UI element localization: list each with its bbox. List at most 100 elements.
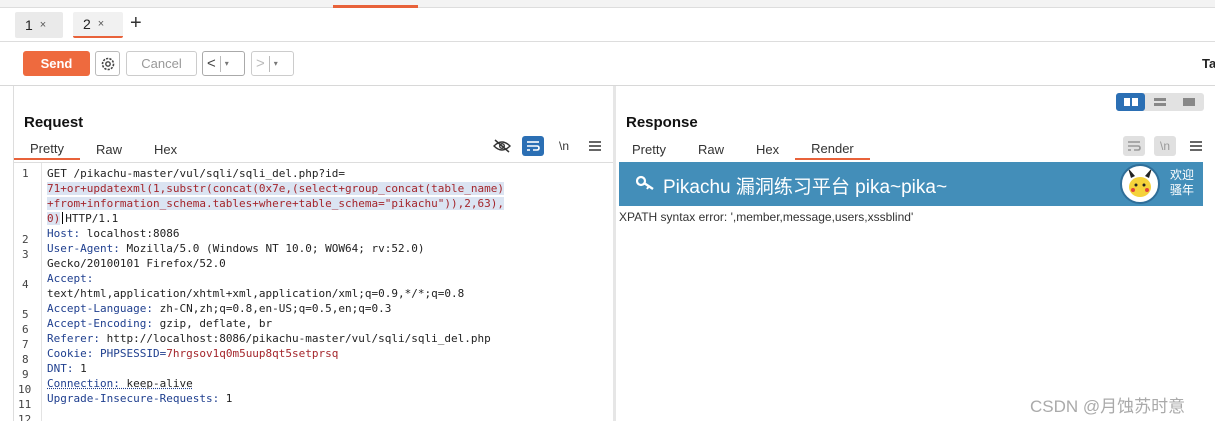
repeater-tab-2[interactable]: 2 × [73, 12, 123, 38]
avatar [1120, 164, 1160, 204]
tab-pretty[interactable]: Pretty [616, 138, 682, 160]
header-value: http://localhost:8086/pikachu-master/vul… [99, 332, 491, 345]
cancel-button[interactable]: Cancel [126, 51, 197, 76]
close-icon[interactable]: × [98, 18, 104, 30]
repeater-tabs: 1 × 2 × + [0, 8, 1215, 42]
page-banner: Pikachu 漏洞练习平台 pika~pika~ 欢迎 骚年 [619, 162, 1203, 206]
request-line: GET /pikachu-master/vul/sqli/sqli_del.ph… [47, 167, 346, 180]
header-line: Host: localhost:8086 [47, 227, 179, 240]
layout-stacked-icon[interactable] [1145, 93, 1174, 111]
tab-raw[interactable]: Raw [80, 138, 138, 160]
gear-icon [101, 57, 114, 70]
header-line: Accept: [47, 272, 93, 285]
response-view-tabs: Pretty Raw Hex Render [616, 138, 870, 160]
back-button[interactable]: < ▾ [202, 51, 245, 76]
layout-side-by-side-icon[interactable] [1116, 93, 1146, 111]
response-pane: Response Pretty Raw Hex Render \n Pikach… [616, 86, 1215, 421]
menu-icon[interactable] [1185, 136, 1207, 156]
header-name: Cookie: [47, 347, 94, 360]
line-number: 9 [22, 368, 29, 381]
line-number: 2 [22, 233, 29, 246]
burp-repeater-window: 1 × 2 × + Send Cancel < ▾ > ▾ Ta Request… [0, 0, 1215, 421]
response-title: Response [626, 114, 698, 131]
header-value: zh-CN,zh;q=0.8,en-US;q=0.5,en;q=0.3 [152, 302, 392, 315]
newline-toggle[interactable]: \n [1154, 136, 1176, 156]
wrap-lines-icon[interactable] [1123, 136, 1145, 156]
header-line: Connection: keep-alive [47, 377, 193, 390]
cookie-value: 7hrgsov1q0m5uup8qt5setprsq [166, 347, 339, 360]
request-pane: Request Pretty Raw Hex \n 1 2 3 4 5 6 7 … [13, 86, 614, 421]
request-editor[interactable]: 1 2 3 4 5 6 7 8 9 10 11 12 GET /pikachu-… [14, 162, 614, 421]
tab-label: 2 [83, 16, 91, 32]
payload-end: 0) [47, 212, 61, 225]
header-value: localhost:8086 [80, 227, 180, 240]
tab-label: 1 [25, 17, 33, 33]
header-name: Accept-Language: [47, 302, 153, 315]
line-number: 5 [22, 308, 29, 321]
newline-toggle[interactable]: \n [553, 136, 575, 156]
hide-icon[interactable] [491, 136, 513, 156]
tab-hex[interactable]: Hex [138, 138, 193, 160]
request-view-tabs: Pretty Raw Hex [14, 138, 193, 160]
line-number: 1 [22, 167, 29, 180]
line-number: 3 [22, 248, 29, 261]
watermark: CSDN @月蚀苏时意 [1030, 397, 1186, 416]
header-line: Accept-Encoding: gzip, deflate, br [47, 317, 272, 330]
repeater-tab-1[interactable]: 1 × [15, 12, 63, 38]
header-line: Gecko/20100101 Firefox/52.0 [47, 257, 226, 270]
tab-pretty[interactable]: Pretty [14, 138, 80, 160]
line-number: 10 [18, 383, 32, 396]
http-version: HTTP/1.1 [65, 212, 119, 225]
tab-render[interactable]: Render [795, 138, 870, 160]
header-line: Upgrade-Insecure-Requests: 1 [47, 392, 232, 405]
close-icon[interactable]: × [40, 19, 46, 31]
header-line: Accept-Language: zh-CN,zh;q=0.8,en-US;q=… [47, 302, 391, 315]
chevron-down-icon[interactable]: ▾ [274, 59, 278, 68]
header-line: Referer: http://localhost:8086/pikachu-m… [47, 332, 491, 345]
header-line: text/html,application/xhtml+xml,applicat… [47, 287, 465, 300]
header-value: gzip, deflate, br [152, 317, 273, 330]
forward-button[interactable]: > ▾ [251, 51, 294, 76]
xpath-error-message: XPATH syntax error: ',member,message,use… [619, 210, 914, 224]
tab-raw[interactable]: Raw [682, 138, 740, 160]
line-number: 4 [22, 278, 29, 291]
add-tab-icon[interactable]: + [130, 12, 142, 35]
menu-icon[interactable] [584, 136, 606, 156]
tab-hex[interactable]: Hex [740, 138, 795, 160]
chevron-down-icon[interactable]: ▾ [225, 59, 229, 68]
header-name: Referer: [47, 332, 100, 345]
header-name: DNT: [47, 362, 74, 375]
text-caret [62, 212, 64, 224]
request-title: Request [24, 114, 84, 131]
wrap-lines-icon[interactable] [522, 136, 544, 156]
header-name: User-Agent: [47, 242, 120, 255]
key-icon [636, 175, 654, 190]
settings-button[interactable] [95, 51, 120, 76]
request-line-payload: +from+information_schema.tables+where+ta… [47, 197, 504, 210]
target-label: Ta [1202, 56, 1215, 71]
chevron-right-icon: > [256, 55, 265, 72]
layout-single-icon[interactable] [1175, 93, 1204, 111]
header-value: 1 [219, 392, 233, 405]
header-name: Accept-Encoding: [47, 317, 153, 330]
request-line-payload: 71+or+updatexml(1,substr(concat(0x7e,(se… [47, 182, 504, 195]
header-line: DNT: 1 [47, 362, 87, 375]
send-button[interactable]: Send [23, 51, 90, 76]
render-view: Pikachu 漏洞练习平台 pika~pika~ 欢迎 骚年 XPATH sy… [616, 162, 1203, 421]
cookie-name: PHPSESSID= [93, 347, 167, 360]
header-name: Upgrade-Insecure-Requests: [47, 392, 220, 405]
line-number: 11 [18, 398, 32, 411]
banner-title: Pikachu 漏洞练习平台 pika~pika~ [663, 177, 948, 198]
header-name: Accept: [47, 272, 94, 285]
header-line: User-Agent: Mozilla/5.0 (Windows NT 10.0… [47, 242, 425, 255]
layout-toggle [1116, 93, 1204, 111]
header-name: Connection: [47, 377, 120, 390]
request-line: 0) HTTP/1.1 [47, 212, 118, 225]
top-strip [0, 0, 1215, 8]
header-value: 1 [73, 362, 87, 375]
response-tools: \n [1114, 136, 1207, 156]
toolbar: Send Cancel < ▾ > ▾ Ta [0, 42, 1215, 86]
header-value: Mozilla/5.0 (Windows NT 10.0; WOW64; rv:… [119, 242, 425, 255]
request-tools: \n [482, 136, 606, 156]
line-number: 12 [18, 413, 32, 421]
